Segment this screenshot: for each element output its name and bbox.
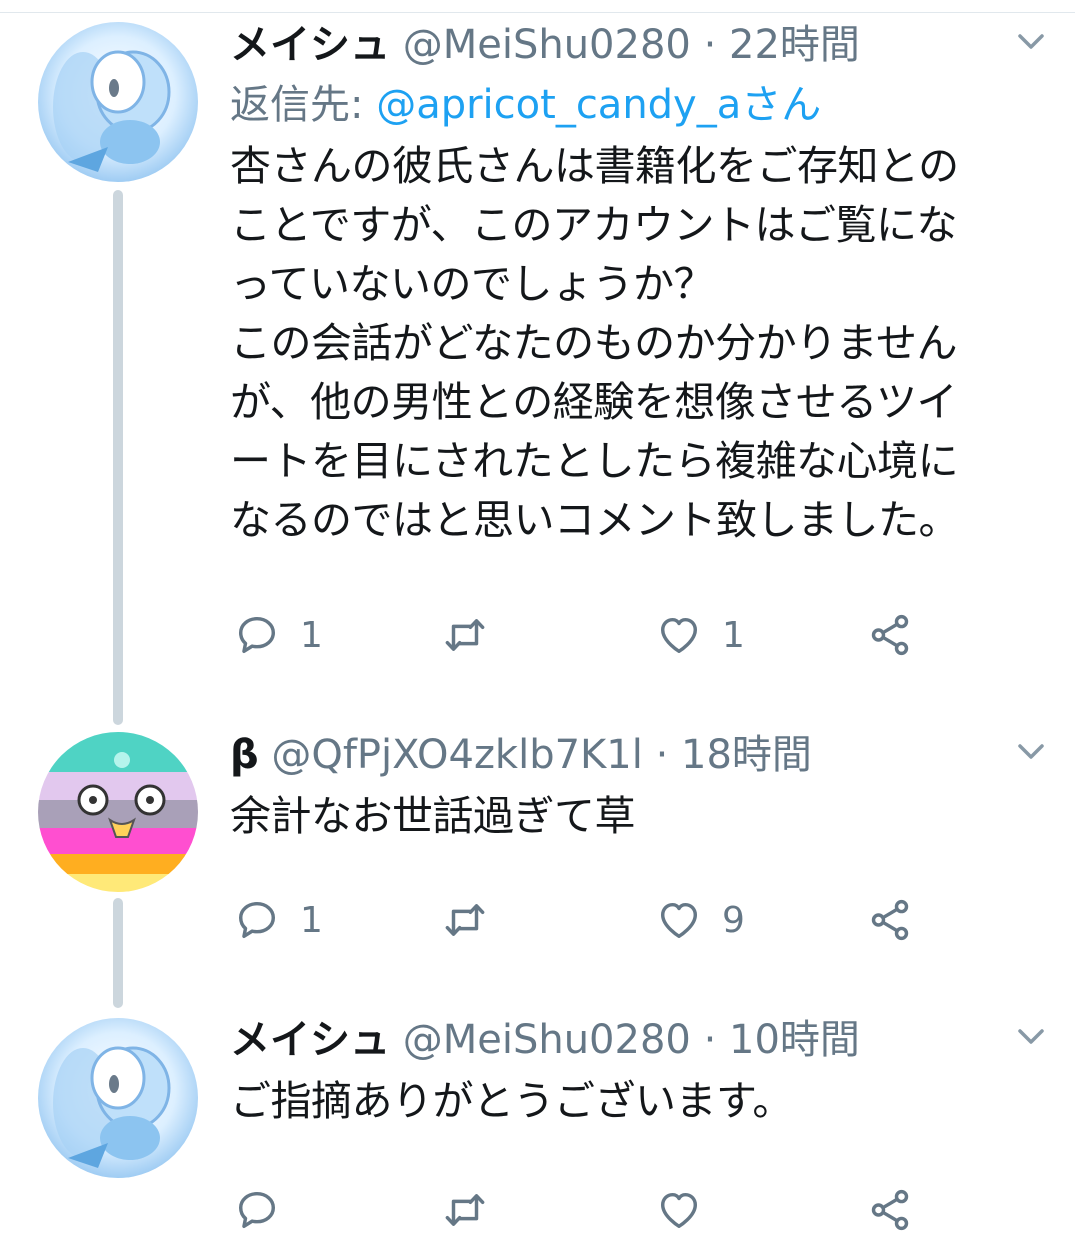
separator: · (703, 22, 717, 68)
like-icon (656, 897, 702, 943)
reply-to-link[interactable]: @apricot_candy_aさん (376, 82, 821, 128)
tweet-actions: 1 1 (230, 605, 1060, 665)
like-button[interactable] (656, 1180, 702, 1240)
tweet-text: ご指摘ありがとうございます。 (230, 1072, 1060, 1131)
display-name[interactable]: メイシュ (230, 22, 390, 68)
like-count: 9 (722, 899, 745, 941)
share-button[interactable] (867, 605, 913, 665)
chevron-down-icon[interactable] (1016, 31, 1046, 53)
separator: · (655, 732, 669, 778)
timestamp[interactable]: 18時間 (681, 732, 812, 778)
tweet-header: メイシュ @MeiShu0280 · 10時間 (230, 1010, 1060, 1070)
tweet-text-line: ことですが、このアカウントはご覧にな (230, 201, 957, 249)
reply-to-line: 返信先: @apricot_candy_aさん (230, 75, 1060, 135)
tweet-actions (230, 1180, 1060, 1240)
reply-count: 1 (300, 899, 323, 941)
tweet-text: 杏さんの彼氏さんは書籍化をご存知との ことですが、このアカウントはご覧にな って… (230, 137, 1060, 550)
user-handle[interactable]: @MeiShu0280 (403, 22, 691, 68)
chevron-down-icon[interactable] (1016, 1026, 1046, 1048)
display-name[interactable]: β (230, 732, 259, 778)
tweet-text-line: ご指摘ありがとうございます。 (230, 1077, 793, 1125)
chevron-down-icon[interactable] (1016, 741, 1046, 763)
tweet-text-line: この会話がどなたのものか分かりません (230, 319, 957, 367)
timestamp[interactable]: 10時間 (729, 1017, 860, 1063)
tweet[interactable]: メイシュ @MeiShu0280 · 10時間 ご指摘ありがとうございます。 (230, 1010, 1060, 1131)
share-icon (867, 1187, 913, 1233)
tweet-header: β @QfPjXO4zklb7K1l · 18時間 (230, 725, 1060, 785)
tweet-actions: 1 9 (230, 890, 1060, 950)
user-handle[interactable]: @MeiShu0280 (403, 1017, 691, 1063)
tweet-text-line: っていないのでしょうか？ (230, 260, 714, 308)
reply-icon (234, 612, 280, 658)
like-button[interactable]: 9 (656, 890, 745, 950)
share-button[interactable] (867, 1180, 913, 1240)
reply-icon (234, 1187, 280, 1233)
retweet-icon (442, 897, 488, 943)
tweet-text: 余計なお世話過ぎて草 (230, 787, 1060, 846)
timestamp[interactable]: 22時間 (729, 22, 860, 68)
avatar[interactable] (38, 732, 198, 892)
share-icon (867, 612, 913, 658)
retweet-button[interactable] (442, 1180, 488, 1240)
avatar[interactable] (38, 1018, 198, 1178)
like-icon (656, 612, 702, 658)
share-icon (867, 897, 913, 943)
retweet-icon (442, 612, 488, 658)
reply-count: 1 (300, 614, 323, 656)
tweet-header: メイシュ @MeiShu0280 · 22時間 (230, 15, 1060, 75)
reply-button[interactable]: 1 (234, 605, 323, 665)
display-name[interactable]: メイシュ (230, 1017, 390, 1063)
retweet-button[interactable] (442, 890, 488, 950)
thread-connector (113, 898, 123, 1008)
reply-button[interactable]: 1 (234, 890, 323, 950)
reply-to-prefix: 返信先: (230, 82, 377, 128)
user-handle[interactable]: @QfPjXO4zklb7K1l (271, 732, 642, 778)
thread-connector (113, 190, 123, 725)
tweet[interactable]: β @QfPjXO4zklb7K1l · 18時間 余計なお世話過ぎて草 (230, 725, 1060, 846)
avatar[interactable] (38, 22, 198, 182)
reply-button[interactable] (234, 1180, 280, 1240)
like-button[interactable]: 1 (656, 605, 745, 665)
like-icon (656, 1187, 702, 1233)
separator: · (703, 1017, 717, 1063)
share-button[interactable] (867, 890, 913, 950)
tweet-text-line: が、他の男性との経験を想像させるツイ (230, 378, 957, 426)
top-divider (0, 0, 1075, 13)
tweet-text-line: ートを目にされたとしたら複雑な心境に (230, 437, 959, 485)
tweet-text-line: 余計なお世話過ぎて草 (230, 792, 636, 840)
tweet-text-line: なるのではと思いコメント致しました。 (230, 496, 960, 544)
reply-icon (234, 897, 280, 943)
tweet[interactable]: メイシュ @MeiShu0280 · 22時間 返信先: @apricot_ca… (230, 15, 1060, 550)
retweet-button[interactable] (442, 605, 488, 665)
retweet-icon (442, 1187, 488, 1233)
like-count: 1 (722, 614, 745, 656)
tweet-text-line: 杏さんの彼氏さんは書籍化をご存知との (230, 142, 959, 190)
